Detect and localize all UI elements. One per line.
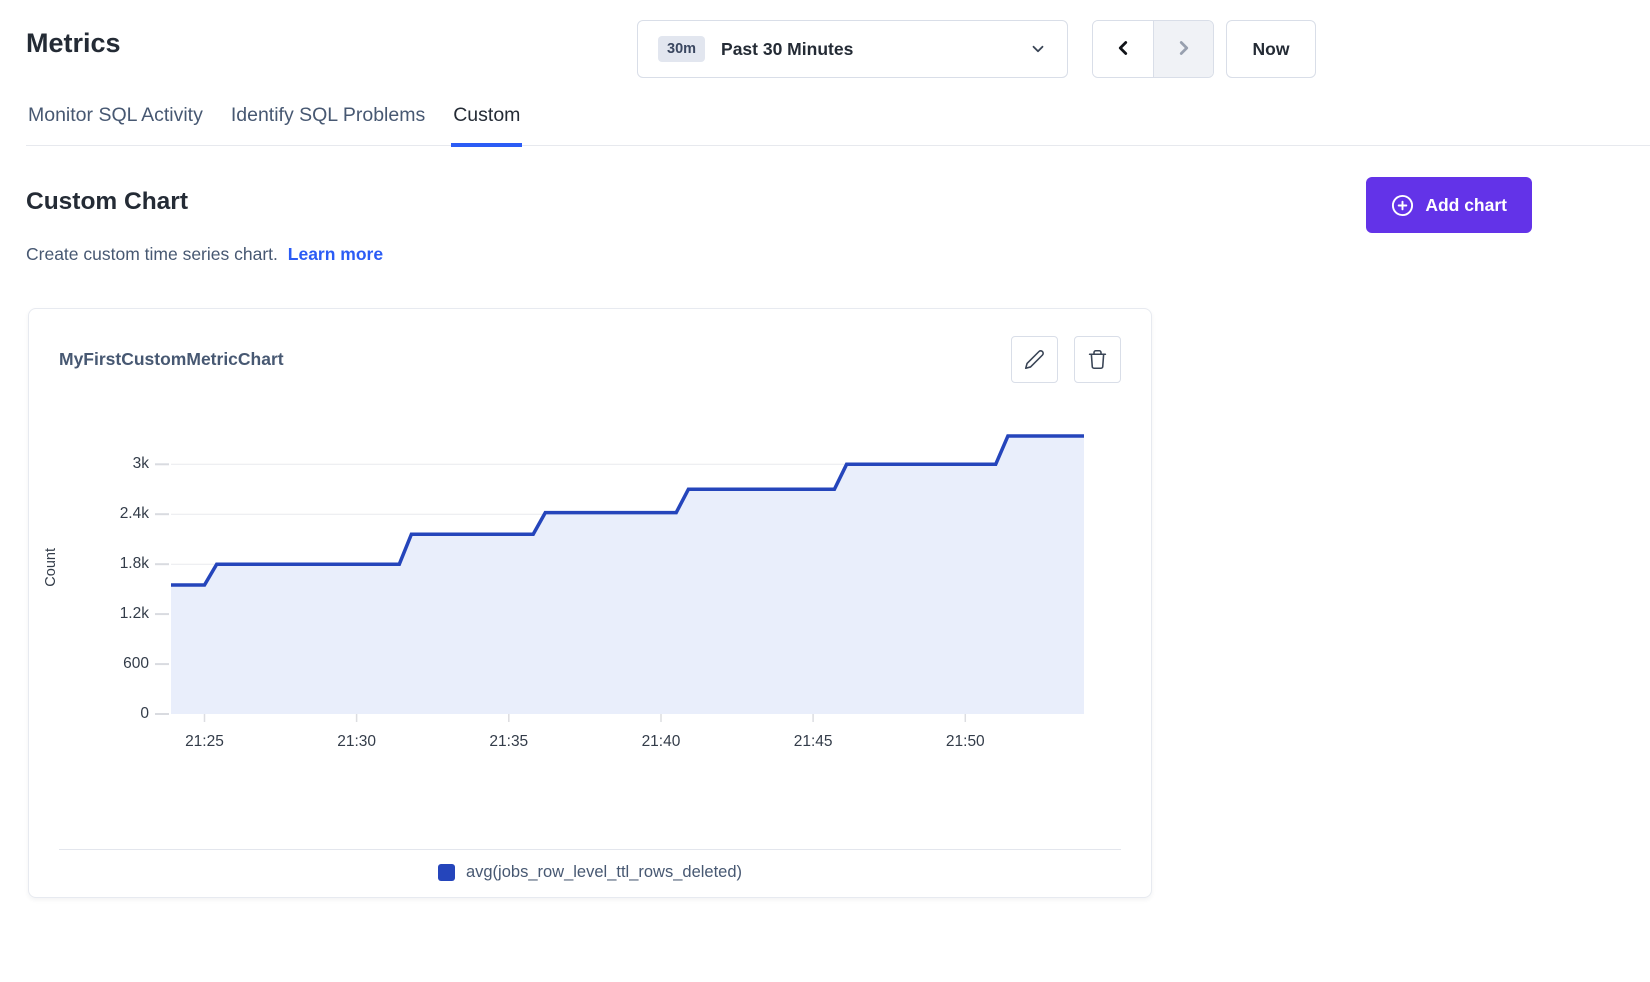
metrics-page: Metrics 30m Past 30 Minutes Now Monitor … xyxy=(0,0,1650,982)
legend-swatch xyxy=(438,864,455,881)
time-range-label: Past 30 Minutes xyxy=(721,39,1029,60)
y-tick-label: 1.8k xyxy=(59,554,149,574)
x-tick-label: 21:50 xyxy=(935,733,995,751)
tab-bar: Monitor SQL Activity Identify SQL Proble… xyxy=(26,100,1650,146)
chart-card-header: MyFirstCustomMetricChart xyxy=(29,309,1151,384)
chart-title: MyFirstCustomMetricChart xyxy=(59,349,284,370)
circle-plus-icon xyxy=(1391,194,1414,217)
learn-more-link[interactable]: Learn more xyxy=(288,244,383,264)
custom-chart-card: MyFirstCustomMetricChart Count 0 600 1.2k 1… xyxy=(28,308,1152,898)
trash-icon xyxy=(1087,349,1108,370)
time-range-badge: 30m xyxy=(658,36,705,63)
add-chart-button[interactable]: Add chart xyxy=(1366,177,1532,233)
x-tick-label: 21:30 xyxy=(327,733,387,751)
tab-monitor-sql-activity[interactable]: Monitor SQL Activity xyxy=(26,100,205,145)
chart-plot[interactable] xyxy=(151,421,1084,722)
section-description-text: Create custom time series chart. xyxy=(26,244,278,264)
y-tick-label: 2.4k xyxy=(59,504,149,524)
chevron-left-icon xyxy=(1112,37,1134,62)
pencil-icon xyxy=(1024,349,1045,370)
y-axis-title: Count xyxy=(43,421,59,714)
section-title: Custom Chart xyxy=(26,188,188,216)
legend-item[interactable]: avg(jobs_row_level_ttl_rows_deleted) xyxy=(438,863,742,882)
section-description: Create custom time series chart. Learn m… xyxy=(26,244,383,265)
time-nav-group xyxy=(1092,20,1214,78)
next-time-button[interactable] xyxy=(1153,21,1213,77)
y-axis-tick-labels: 06001.2k1.8k2.4k3k xyxy=(59,421,149,714)
chevron-down-icon xyxy=(1029,40,1047,58)
delete-chart-button[interactable] xyxy=(1074,336,1121,383)
x-tick-label: 21:35 xyxy=(479,733,539,751)
x-tick-label: 21:45 xyxy=(783,733,843,751)
legend-divider xyxy=(59,849,1121,850)
legend-label: avg(jobs_row_level_ttl_rows_deleted) xyxy=(466,863,742,882)
chart-legend: avg(jobs_row_level_ttl_rows_deleted) xyxy=(29,863,1151,882)
add-chart-label: Add chart xyxy=(1425,195,1507,216)
edit-chart-button[interactable] xyxy=(1011,336,1058,383)
now-button[interactable]: Now xyxy=(1226,20,1316,78)
chart-actions xyxy=(1011,336,1121,383)
y-tick-label: 1.2k xyxy=(59,604,149,624)
y-tick-label: 600 xyxy=(59,654,149,674)
chevron-right-icon xyxy=(1173,37,1195,62)
y-tick-label: 0 xyxy=(59,704,149,724)
x-tick-label: 21:40 xyxy=(631,733,691,751)
x-axis-tick-labels: 21:25 21:30 21:35 21:40 21:45 21:50 xyxy=(151,733,1084,755)
time-range-selector[interactable]: 30m Past 30 Minutes xyxy=(637,20,1068,78)
x-tick-label: 21:25 xyxy=(174,733,234,751)
tab-custom[interactable]: Custom xyxy=(451,100,522,147)
y-tick-label: 3k xyxy=(59,454,149,474)
prev-time-button[interactable] xyxy=(1093,21,1153,77)
tab-identify-sql-problems[interactable]: Identify SQL Problems xyxy=(229,100,427,145)
chart-region: Count 0 600 1.2k 1.8k 2.4k 3k 21:25 21:30 21:35… xyxy=(29,421,1151,771)
page-title: Metrics xyxy=(26,28,121,59)
